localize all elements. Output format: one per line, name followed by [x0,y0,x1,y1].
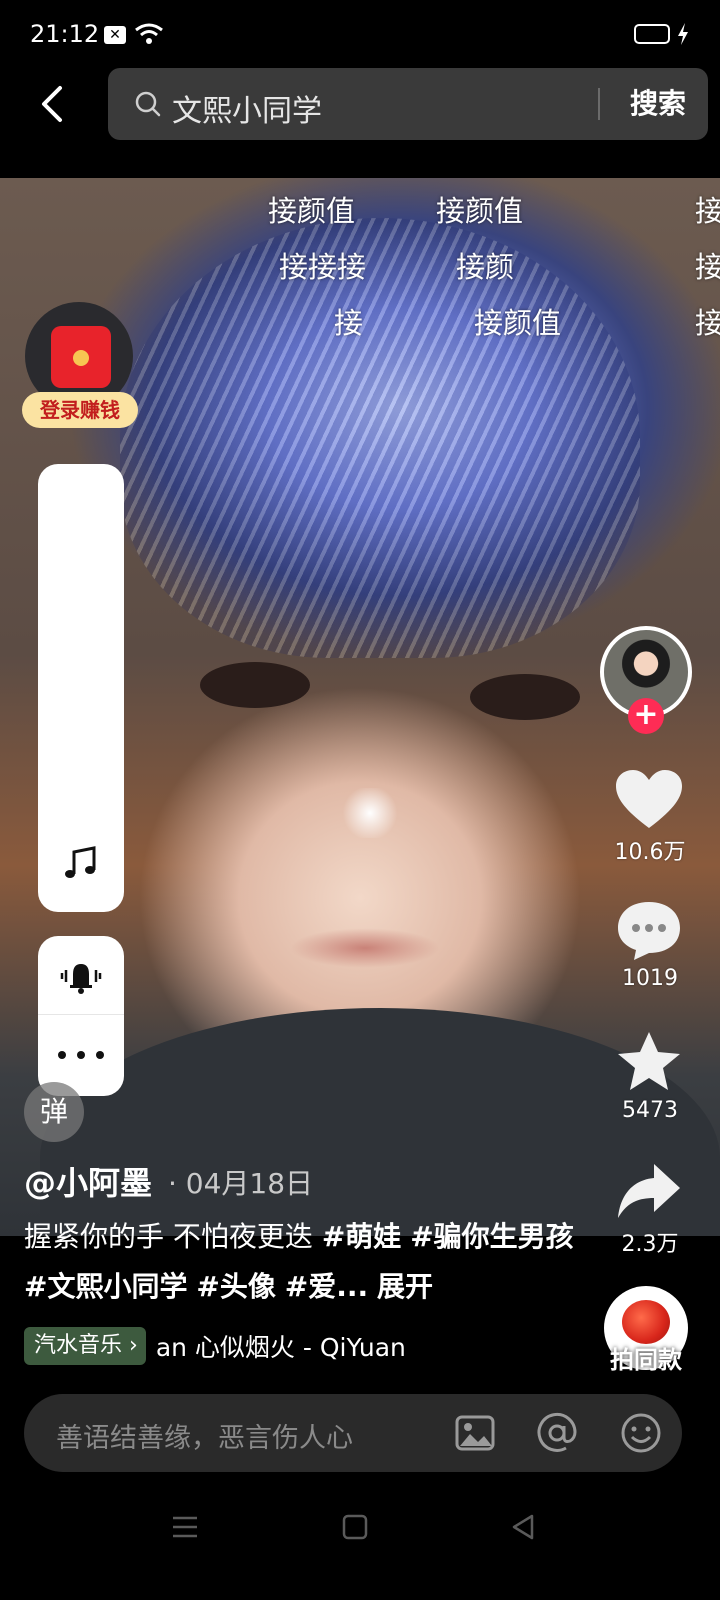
hashtag[interactable]: #头像 [196,1270,275,1303]
music-note-icon[interactable] [62,844,100,882]
remix-thumbnail [622,1300,670,1344]
expand-caption-button[interactable]: 展开 [377,1270,433,1303]
login-reward-widget[interactable]: 登录赚钱 [22,300,140,430]
hashtag[interactable]: #文熙小同学 [24,1270,187,1303]
share-arrow-icon[interactable] [614,1160,684,1224]
video-frame-mouth [290,928,440,968]
search-button[interactable]: 搜索 [613,82,703,126]
danmaku-comment: 接接接 [279,250,367,284]
tools-panel [38,936,124,1096]
video-frame-eye [470,674,580,720]
divider [38,1014,124,1015]
image-icon[interactable] [454,1412,496,1454]
menu-icon[interactable] [170,1512,200,1542]
status-bar: 21:12 ✕ [0,0,720,70]
charging-icon [678,23,688,45]
status-time: 21:12 [30,20,100,48]
danmaku-comment: 接颜值 [268,194,356,228]
danmaku-comment: 接 [695,194,720,228]
home-square-icon[interactable] [340,1512,370,1542]
music-title[interactable]: an 心似烟火 - QiYuan [156,1328,406,1364]
more-options-icon[interactable] [58,1038,104,1072]
system-nav-bar [0,1490,720,1600]
danmaku-comment: 接 [334,306,364,340]
back-triangle-icon[interactable] [508,1512,538,1542]
post-date: · 04月18日 [168,1167,314,1200]
music-app-label: 汽水音乐 [34,1333,123,1358]
danmaku-comment: 接颜 [456,250,515,284]
battery-icon [634,24,670,44]
post-caption[interactable]: 握紧你的手 不怕夜更迭 #萌娃 #骗你生男孩 #文熙小同学 #头像 #爱... … [24,1212,584,1312]
red-packet-icon [51,326,111,388]
danmaku-comment: 接 [695,306,720,340]
star-favorite-icon[interactable] [614,1030,684,1094]
comment-input[interactable]: 善语结善缘，恶言伤人心 [56,1416,353,1455]
video-frame-hair [120,218,640,658]
emoji-icon[interactable] [620,1412,662,1454]
like-count: 10.6万 [614,840,686,865]
hashtag[interactable]: #骗你生男孩 [410,1220,573,1253]
comment-icon[interactable] [614,898,684,962]
video-frame-highlight [340,788,400,838]
danmaku-comment: 接颜值 [436,194,524,228]
danmaku-comment: 接颜值 [474,306,562,340]
danmaku-toggle-button[interactable]: 弹 [24,1082,84,1142]
caption-text: 握紧你的手 不怕夜更迭 [24,1220,322,1253]
comment-count: 1019 [622,966,678,991]
search-icon [135,91,161,117]
comment-bar[interactable]: 善语结善缘，恶言伤人心 [24,1394,682,1472]
back-button[interactable] [30,78,74,130]
follow-plus-icon[interactable]: + [628,698,664,734]
search-input[interactable]: 文熙小同学 [172,86,322,130]
music-row[interactable]: 汽水音乐 › an 心似烟火 - QiYuan [24,1326,406,1366]
notification-icon: ✕ [104,26,126,44]
search-box[interactable]: 文熙小同学 搜索 [108,68,708,140]
music-app-badge[interactable]: 汽水音乐 › [24,1327,146,1365]
danmaku-comment: 接 [695,250,720,284]
hashtag[interactable]: #爱... [285,1270,368,1303]
heart-like-icon[interactable] [614,768,684,832]
favorite-count: 5473 [622,1098,678,1123]
music-panel[interactable] [38,464,124,912]
bell-vibrate-icon[interactable] [58,956,104,996]
hashtag[interactable]: #萌娃 [322,1220,401,1253]
share-count: 2.3万 [621,1232,679,1257]
back-arrow-icon [42,86,62,122]
login-reward-label: 登录赚钱 [22,392,138,428]
remix-label[interactable]: 拍同款 [596,1340,696,1375]
author-name[interactable]: @小阿墨 [24,1158,152,1204]
mention-icon[interactable] [536,1412,578,1454]
search-divider [598,88,600,120]
wifi-icon [135,23,163,44]
video-frame-eye [200,662,310,708]
